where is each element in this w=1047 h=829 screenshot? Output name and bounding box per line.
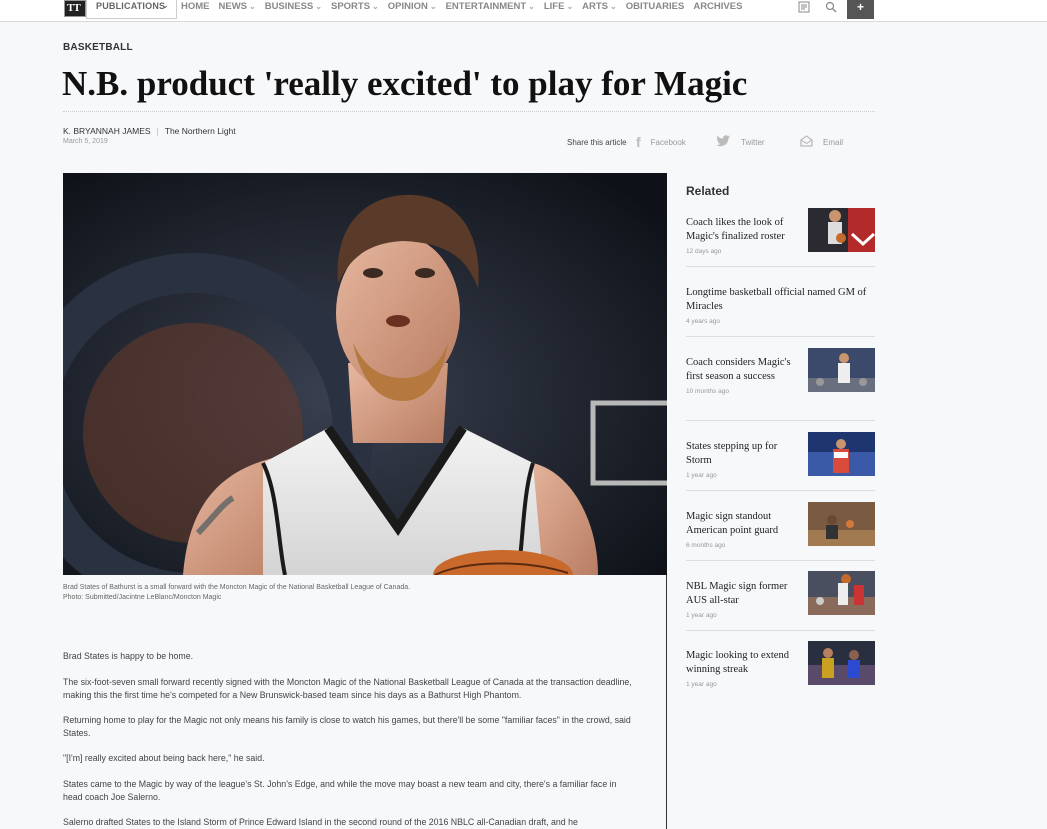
related-item-title[interactable]: Longtime basketball official named GM of… <box>686 286 875 314</box>
publications-dropdown[interactable]: PUBLICATIONS ⌄ <box>86 0 177 19</box>
chevron-down-icon: ⌄ <box>429 2 437 11</box>
share-email-label: Email <box>823 137 844 147</box>
divider <box>63 111 875 112</box>
chevron-down-icon: ⌄ <box>372 2 379 11</box>
related-item[interactable]: NBL Magic sign former AUS all-star 1 yea… <box>686 580 801 619</box>
related-item-time: 10 months ago <box>686 388 730 395</box>
related-item-title[interactable]: Magic looking to extend winning streak <box>686 649 801 677</box>
image-caption: Brad States of Bathurst is a small forwa… <box>63 583 410 603</box>
share-twitter-label: Twitter <box>741 137 765 147</box>
divider <box>686 560 875 561</box>
divider <box>686 336 875 337</box>
nav-item-home[interactable]: HOME <box>181 1 210 12</box>
related-item-time: 1 year ago <box>686 612 717 619</box>
related-thumbnail[interactable] <box>808 502 875 546</box>
divider <box>686 420 875 421</box>
divider <box>686 266 875 267</box>
nav-item-obituaries[interactable]: OBITUARIES <box>626 1 685 12</box>
share-twitter-button[interactable]: Twitter <box>716 134 765 150</box>
chevron-down-icon: ⌄ <box>249 2 256 11</box>
related-thumbnail[interactable] <box>808 208 875 252</box>
article-paragraph: States came to the Magic by way of the l… <box>63 779 617 802</box>
related-item-time: 4 years ago <box>686 318 720 325</box>
related-item-title[interactable]: States stepping up for Storm <box>686 440 796 468</box>
nav-item-life[interactable]: LIFE ⌄ <box>544 1 573 12</box>
related-item[interactable]: Coach likes the look of Magic's finalize… <box>686 216 801 255</box>
article-paragraph: Returning home to play for the Magic not… <box>63 715 631 738</box>
nav-item-sports[interactable]: SPORTS ⌄ <box>331 1 379 12</box>
related-item-title[interactable]: NBL Magic sign former AUS all-star <box>686 580 801 608</box>
related-item-time: 12 days ago <box>686 248 722 255</box>
related-item-title[interactable]: Magic sign standout American point guard <box>686 510 801 538</box>
share-facebook-button[interactable]: f Facebook <box>636 134 686 150</box>
nav-item-opinion[interactable]: OPINION ⌄ <box>388 1 437 12</box>
article-paragraph: "[I'm] really excited about being back h… <box>63 753 265 763</box>
search-icon[interactable] <box>825 1 837 16</box>
share-label: Share this article <box>567 138 627 147</box>
column-divider <box>666 575 667 829</box>
divider <box>686 630 875 631</box>
byline-separator: | <box>156 126 159 136</box>
article-category[interactable]: BASKETBALL <box>63 42 133 53</box>
article-paragraph: Brad States is happy to be home. <box>63 651 194 661</box>
related-heading: Related <box>686 184 730 198</box>
article-headline: N.B. product 'really excited' to play fo… <box>62 64 748 103</box>
nav-item-news[interactable]: NEWS ⌄ <box>219 1 256 12</box>
related-item[interactable]: Magic looking to extend winning streak 1… <box>686 649 801 688</box>
twitter-icon <box>716 134 731 150</box>
related-item[interactable]: States stepping up for Storm 1 year ago <box>686 440 796 479</box>
related-item-time: 1 year ago <box>686 472 717 479</box>
author-name[interactable]: K. BRYANNAH JAMES <box>63 126 151 136</box>
nav-item-arts[interactable]: ARTS ⌄ <box>582 1 617 12</box>
related-item[interactable]: Coach considers Magic's first season a s… <box>686 356 796 395</box>
main-nav: HOME NEWS ⌄ BUSINESS ⌄ SPORTS ⌄ OPINION ⌄ EN… <box>181 1 751 12</box>
related-item-time: 1 year ago <box>686 681 717 688</box>
share-facebook-label: Facebook <box>650 137 686 147</box>
related-thumbnail[interactable] <box>808 571 875 615</box>
nav-item-business[interactable]: BUSINESS ⌄ <box>265 1 322 12</box>
related-item[interactable]: Magic sign standout American point guard… <box>686 510 801 549</box>
chevron-down-icon: ⌄ <box>161 0 169 10</box>
related-thumbnail[interactable] <box>808 348 875 392</box>
publications-label: PUBLICATIONS <box>96 1 166 11</box>
nav-item-entertainment[interactable]: ENTERTAINMENT ⌄ <box>446 1 535 12</box>
related-thumbnail[interactable] <box>808 641 875 685</box>
divider <box>686 490 875 491</box>
publication-name[interactable]: The Northern Light <box>165 126 236 136</box>
facebook-icon: f <box>636 134 641 150</box>
related-item-title[interactable]: Coach likes the look of Magic's finalize… <box>686 216 801 244</box>
related-item-time: 6 months ago <box>686 542 726 549</box>
related-item[interactable]: Longtime basketball official named GM of… <box>686 286 875 325</box>
article-paragraph: The six-foot-seven small forward recentl… <box>63 677 632 700</box>
related-item-title[interactable]: Coach considers Magic's first season a s… <box>686 356 796 384</box>
article-hero-image <box>63 173 667 575</box>
chevron-down-icon: ⌄ <box>610 2 617 11</box>
chevron-down-icon: ⌄ <box>528 2 535 11</box>
top-navigation-bar: TT PUBLICATIONS ⌄ HOME NEWS ⌄ BUSINESS ⌄ S… <box>0 0 1047 22</box>
reader-icon[interactable] <box>798 1 810 16</box>
logo-icon[interactable]: TT <box>64 0 86 17</box>
related-thumbnail[interactable] <box>808 432 875 476</box>
nav-item-archives[interactable]: ARCHIVES <box>693 1 742 12</box>
article-paragraph: Salerno drafted States to the Island Sto… <box>63 817 578 827</box>
plus-icon[interactable]: + <box>847 0 874 19</box>
article-date: March 5, 2019 <box>63 138 108 145</box>
byline: K. BRYANNAH JAMES | The Northern Light <box>63 126 236 136</box>
email-icon <box>800 134 813 150</box>
share-email-button[interactable]: Email <box>800 134 843 150</box>
chevron-down-icon: ⌄ <box>315 2 322 11</box>
caption-text: Brad States of Bathurst is a small forwa… <box>63 584 411 591</box>
chevron-down-icon: ⌄ <box>566 2 574 11</box>
caption-credit: Photo: Submitted/Jacintne LeBlanc/Moncto… <box>63 594 222 601</box>
